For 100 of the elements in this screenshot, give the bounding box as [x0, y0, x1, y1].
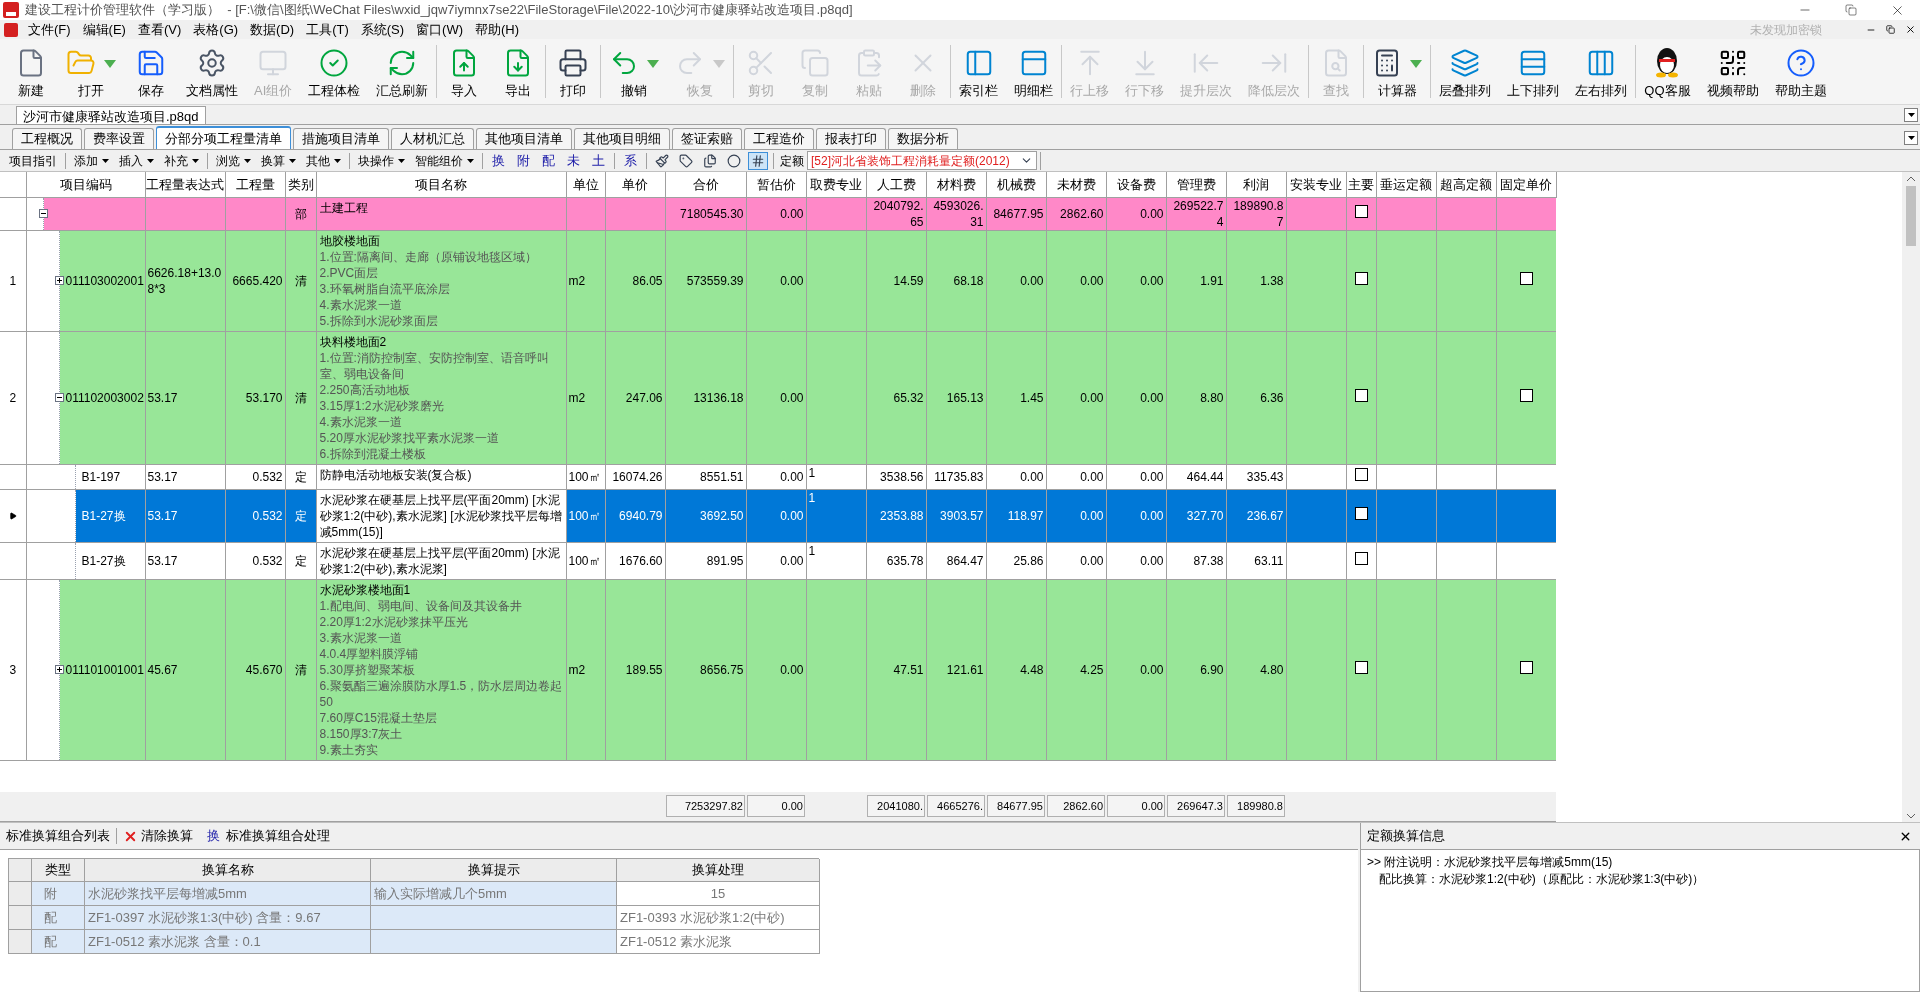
scroll-up-icon[interactable] [1907, 175, 1915, 181]
menu-item[interactable]: 编辑(E) [76, 19, 132, 40]
scroll-down-icon[interactable] [1907, 813, 1915, 819]
expand-icon[interactable] [54, 276, 64, 285]
toolbar-button[interactable]: 文档属性 [178, 39, 246, 104]
column-header[interactable]: 设备费 [1106, 172, 1166, 197]
column-header[interactable]: 垂运定额 [1376, 172, 1436, 197]
column-header[interactable]: 单价 [605, 172, 665, 197]
tab[interactable]: 签证索赔 [672, 128, 742, 149]
clear-button[interactable]: 清除换算 [123, 826, 193, 846]
column-header[interactable]: 暂估价 [746, 172, 806, 197]
column-header[interactable]: 工程量表达式 [145, 172, 225, 197]
column-header[interactable]: 固定单价 [1496, 172, 1556, 197]
tab-list-button[interactable] [1904, 108, 1918, 122]
column-header[interactable]: 安装专业 [1286, 172, 1346, 197]
column-header[interactable]: 人工费 [866, 172, 926, 197]
tab[interactable]: 措施项目清单 [293, 128, 389, 149]
column-header[interactable]: 管理费 [1166, 172, 1226, 197]
column-header[interactable]: 取费专业 [806, 172, 866, 197]
menu-button[interactable]: 添加 [69, 151, 114, 170]
mdi-restore-icon[interactable] [1886, 25, 1895, 34]
column-header[interactable]: 合价 [665, 172, 746, 197]
toolbar-button[interactable]: 工程体检 [300, 39, 369, 104]
tab[interactable]: 其他项目明细 [574, 128, 670, 149]
menu-item[interactable]: 数据(D) [244, 19, 301, 40]
checkbox[interactable] [1354, 507, 1368, 520]
toolbar-button[interactable]: 打开 [58, 39, 124, 104]
toolbar-button[interactable]: 左右排列 [1567, 39, 1636, 104]
menu-item[interactable]: 工具(T) [300, 19, 355, 40]
scrollbar-thumb[interactable] [1906, 186, 1916, 246]
tab[interactable]: 数据分析 [888, 128, 958, 149]
collapse-icon[interactable] [38, 209, 48, 218]
menu-item[interactable]: 窗口(W) [410, 19, 469, 40]
toolbar-button[interactable]: 新建 [4, 39, 58, 104]
mdi-close-icon[interactable] [1905, 24, 1916, 35]
value-cell[interactable]: ZF1-0512 素水泥浆 [617, 930, 820, 954]
quick-button[interactable]: 未 [561, 150, 586, 171]
checkbox[interactable] [1354, 389, 1368, 402]
toolbar-button[interactable]: 视频帮助 [1698, 39, 1767, 104]
column-header[interactable]: 机械费 [986, 172, 1046, 197]
tab[interactable]: 费率设置 [84, 128, 154, 149]
tab-list-button[interactable] [1904, 131, 1918, 145]
menu-button[interactable]: 换算 [256, 151, 301, 170]
tab[interactable]: 分部分项工程量清单 [156, 126, 291, 149]
column-header[interactable]: 材料费 [926, 172, 986, 197]
toolbar-button[interactable]: 打印 [546, 39, 601, 104]
checkbox[interactable] [1354, 272, 1368, 285]
tab[interactable]: 人材机汇总 [391, 128, 474, 149]
quota-select[interactable]: [52]河北省装饰工程消耗量定额(2012) [807, 151, 1037, 170]
quick-button[interactable]: 附 [511, 150, 536, 171]
menu-button[interactable]: 插入 [114, 151, 159, 170]
column-header[interactable]: 项目名称 [316, 172, 566, 197]
restore-icon[interactable] [1845, 4, 1857, 16]
tab[interactable]: 工程造价 [744, 128, 814, 149]
menu-button[interactable]: 其他 [301, 151, 346, 170]
checkbox[interactable] [1354, 468, 1368, 481]
process-button[interactable]: 换 标准换算组合处理 [207, 826, 330, 846]
column-header[interactable]: 项目编码 [26, 172, 145, 197]
menu-item[interactable]: 系统(S) [354, 19, 411, 40]
toolbar-button[interactable]: 索引栏 [951, 39, 1007, 104]
toolbar-button[interactable]: 导出 [491, 39, 546, 104]
menu-item[interactable]: 文件(F) [22, 19, 77, 40]
quick-button[interactable]: 系 [618, 150, 643, 171]
quick-button[interactable]: 换 [486, 150, 511, 171]
checkbox[interactable] [1354, 552, 1368, 565]
column-header[interactable]: 单位 [566, 172, 605, 197]
checkbox[interactable] [1354, 661, 1368, 674]
menu-button[interactable]: 项目指引 [4, 151, 62, 170]
column-header[interactable]: 工程量 [225, 172, 285, 197]
column-header[interactable]: 主要 [1346, 172, 1376, 197]
checkbox[interactable] [1519, 661, 1533, 674]
quick-button[interactable]: 土 [586, 150, 611, 171]
menu-item[interactable]: 帮助(H) [469, 19, 526, 40]
icon-button[interactable] [748, 151, 768, 170]
checkbox[interactable] [1519, 389, 1533, 402]
column-header[interactable]: 类别 [285, 172, 316, 197]
menu-button[interactable]: 块操作 [353, 151, 410, 170]
menu-item[interactable]: 查看(V) [131, 19, 188, 40]
toolbar-button[interactable]: 上下排列 [1499, 39, 1568, 104]
expand-icon[interactable] [54, 665, 64, 674]
column-header[interactable]: 未材费 [1046, 172, 1106, 197]
menu-button[interactable]: 浏览 [211, 151, 256, 170]
toolbar-button[interactable]: 撤销 [601, 39, 668, 104]
checkbox[interactable] [1519, 272, 1533, 285]
toolbar-button[interactable]: 帮助主题 [1766, 39, 1835, 104]
menu-item[interactable]: 表格(G) [187, 19, 245, 40]
toolbar-button[interactable]: 计算器 [1364, 39, 1431, 104]
menu-button[interactable]: 智能组价 [410, 151, 479, 170]
column-header[interactable]: 利润 [1226, 172, 1286, 197]
toolbar-button[interactable]: 导入 [437, 39, 492, 104]
value-cell[interactable]: 15 [617, 882, 820, 906]
tab[interactable]: 工程概况 [12, 128, 82, 149]
tab[interactable]: 报表打印 [816, 128, 886, 149]
toolbar-button[interactable]: 保存 [124, 39, 178, 104]
value-cell[interactable]: ZF1-0393 水泥砂浆1:2(中砂) [617, 906, 820, 930]
collapse-icon[interactable] [54, 393, 64, 402]
toolbar-button[interactable]: QQ客服 [1636, 39, 1699, 104]
tab[interactable]: 其他项目清单 [476, 128, 572, 149]
column-header[interactable]: 超高定额 [1436, 172, 1496, 197]
toolbar-button[interactable]: 明细栏 [1006, 39, 1062, 104]
